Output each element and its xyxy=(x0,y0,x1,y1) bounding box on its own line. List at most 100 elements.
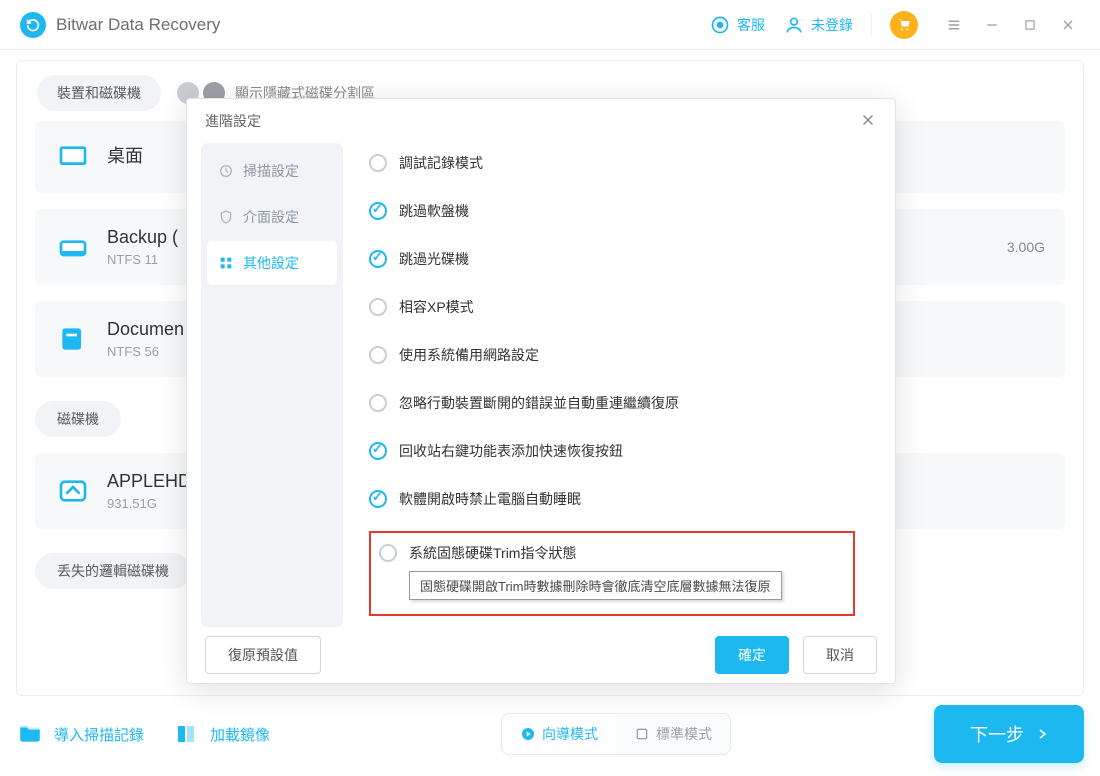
user-icon xyxy=(783,14,805,36)
mode-switch: 向導模式 標準模式 xyxy=(501,713,731,755)
close-icon xyxy=(859,111,877,129)
dialog-header: 進階設定 xyxy=(187,99,895,143)
standard-label: 標準模式 xyxy=(656,724,712,744)
opt-recycle-context[interactable]: 回收站右鍵功能表添加快速恢復按鈕 xyxy=(369,441,855,461)
import-label: 導入掃描記錄 xyxy=(54,724,144,745)
advanced-settings-dialog: 進階設定 掃描設定 介面設定 其他設定 調試記錄模式 跳過軟盤機 跳過光碟機 相… xyxy=(186,98,896,684)
tab-label: 其他設定 xyxy=(243,253,299,273)
opt-disable-sleep[interactable]: 軟體開啟時禁止電腦自動睡眠 xyxy=(369,489,855,509)
tab-label: 掃描設定 xyxy=(243,161,299,181)
opt-debug[interactable]: 調試記錄模式 xyxy=(369,153,855,173)
shield-icon xyxy=(217,208,235,226)
grid-icon xyxy=(217,254,235,272)
tab-devices[interactable]: 裝置和磁碟機 xyxy=(37,75,161,111)
opt-skip-optical[interactable]: 跳過光碟機 xyxy=(369,249,855,269)
opt-label: 系統固態硬碟Trim指令狀態 xyxy=(409,543,576,563)
next-label: 下一步 xyxy=(970,721,1024,747)
item-sub: NTFS 56 xyxy=(107,344,184,359)
login-link[interactable]: 未登錄 xyxy=(783,14,853,36)
ok-button[interactable]: 確定 xyxy=(715,636,789,674)
dialog-close-button[interactable] xyxy=(859,111,877,132)
item-title: 桌面 xyxy=(107,142,143,168)
folder-icon xyxy=(16,720,44,748)
radio-icon xyxy=(369,298,387,316)
opt-label: 跳過軟盤機 xyxy=(399,201,469,221)
load-image-link[interactable]: 加載鏡像 xyxy=(172,720,270,748)
radio-icon xyxy=(369,346,387,364)
opt-backup-network[interactable]: 使用系統備用網路設定 xyxy=(369,345,855,365)
tab-scan-settings[interactable]: 掃描設定 xyxy=(207,149,337,193)
window-controls xyxy=(942,13,1080,37)
item-title: Documen xyxy=(107,319,184,340)
cart-button[interactable] xyxy=(890,11,918,39)
opt-label: 回收站右鍵功能表添加快速恢復按鈕 xyxy=(399,441,623,461)
support-link[interactable]: 客服 xyxy=(709,14,765,36)
item-sub: NTFS 11 xyxy=(107,252,178,267)
disk-icon xyxy=(55,321,91,357)
item-size: 3.00G xyxy=(1007,239,1045,255)
opt-label: 跳過光碟機 xyxy=(399,249,469,269)
restore-defaults-button[interactable]: 復原預設值 xyxy=(205,636,321,674)
item-title: APPLEHD xyxy=(107,471,191,492)
opt-trim-status[interactable]: 系統固態硬碟Trim指令狀態 xyxy=(379,543,845,563)
radio-icon xyxy=(369,394,387,412)
separator xyxy=(871,14,872,36)
support-icon xyxy=(709,14,731,36)
trim-tooltip: 固態硬碟開啟Trim時數據刪除時會徹底清空底層數據無法復原 xyxy=(409,571,782,600)
opt-label: 使用系統備用網路設定 xyxy=(399,345,539,365)
radio-checked-icon xyxy=(369,202,387,220)
menu-icon[interactable] xyxy=(942,13,966,37)
close-icon[interactable] xyxy=(1056,13,1080,37)
opt-label: 調試記錄模式 xyxy=(399,153,483,173)
maximize-icon[interactable] xyxy=(1018,13,1042,37)
radio-icon xyxy=(379,544,397,562)
radio-checked-icon xyxy=(369,490,387,508)
opt-ignore-disconnect[interactable]: 忽略行動裝置斷開的錯誤並自動重連繼續復原 xyxy=(369,393,855,413)
standard-mode-button[interactable]: 標準模式 xyxy=(616,714,730,754)
next-button[interactable]: 下一步 xyxy=(934,705,1084,763)
dialog-footer: 復原預設值 確定 取消 xyxy=(187,627,895,683)
wizard-label: 向導模式 xyxy=(542,724,598,744)
app-title: Bitwar Data Recovery xyxy=(56,15,220,35)
bottom-bar: 導入掃描記錄 加載鏡像 向導模式 標準模式 下一步 xyxy=(16,706,1084,762)
highlighted-option: 系統固態硬碟Trim指令狀態 固態硬碟開啟Trim時數據刪除時會徹底清空底層數據… xyxy=(369,531,855,616)
dialog-body: 掃描設定 介面設定 其他設定 調試記錄模式 跳過軟盤機 跳過光碟機 相容XP模式… xyxy=(187,143,895,627)
disk-icon xyxy=(55,229,91,265)
opt-label: 軟體開啟時禁止電腦自動睡眠 xyxy=(399,489,581,509)
minimize-icon[interactable] xyxy=(980,13,1004,37)
load-image-icon xyxy=(172,720,200,748)
titlebar-right: 客服 未登錄 xyxy=(709,11,1080,39)
app-logo-icon xyxy=(20,12,46,38)
wizard-icon xyxy=(520,726,536,742)
section-drives: 磁碟機 xyxy=(35,401,121,437)
tab-ui-settings[interactable]: 介面設定 xyxy=(207,195,337,239)
tab-label: 介面設定 xyxy=(243,207,299,227)
opt-label: 忽略行動裝置斷開的錯誤並自動重連繼續復原 xyxy=(399,393,679,413)
standard-icon xyxy=(634,726,650,742)
opt-label: 相容XP模式 xyxy=(399,297,474,317)
load-label: 加載鏡像 xyxy=(210,724,270,745)
external-disk-icon xyxy=(55,473,91,509)
titlebar: Bitwar Data Recovery 客服 未登錄 xyxy=(0,0,1100,50)
item-title: Backup ( xyxy=(107,227,178,248)
tab-other-settings[interactable]: 其他設定 xyxy=(207,241,337,285)
import-scan-link[interactable]: 導入掃描記錄 xyxy=(16,720,144,748)
item-sub: 931.51G xyxy=(107,496,191,511)
radio-icon xyxy=(369,154,387,172)
app-logo-wrap: Bitwar Data Recovery xyxy=(20,12,220,38)
chevron-right-icon xyxy=(1036,727,1048,741)
section-lost: 丢失的邏輯磁碟機 xyxy=(35,553,191,589)
clock-icon xyxy=(217,162,235,180)
opt-xp-mode[interactable]: 相容XP模式 xyxy=(369,297,855,317)
radio-checked-icon xyxy=(369,250,387,268)
dialog-title: 進階設定 xyxy=(205,111,261,131)
cancel-button[interactable]: 取消 xyxy=(803,636,877,674)
desktop-icon xyxy=(55,139,91,175)
radio-checked-icon xyxy=(369,442,387,460)
settings-list: 調試記錄模式 跳過軟盤機 跳過光碟機 相容XP模式 使用系統備用網路設定 忽略行… xyxy=(343,143,881,627)
wizard-mode-button[interactable]: 向導模式 xyxy=(502,714,616,754)
opt-skip-floppy[interactable]: 跳過軟盤機 xyxy=(369,201,855,221)
login-label: 未登錄 xyxy=(811,15,853,35)
support-label: 客服 xyxy=(737,15,765,35)
settings-side-tabs: 掃描設定 介面設定 其他設定 xyxy=(201,143,343,627)
